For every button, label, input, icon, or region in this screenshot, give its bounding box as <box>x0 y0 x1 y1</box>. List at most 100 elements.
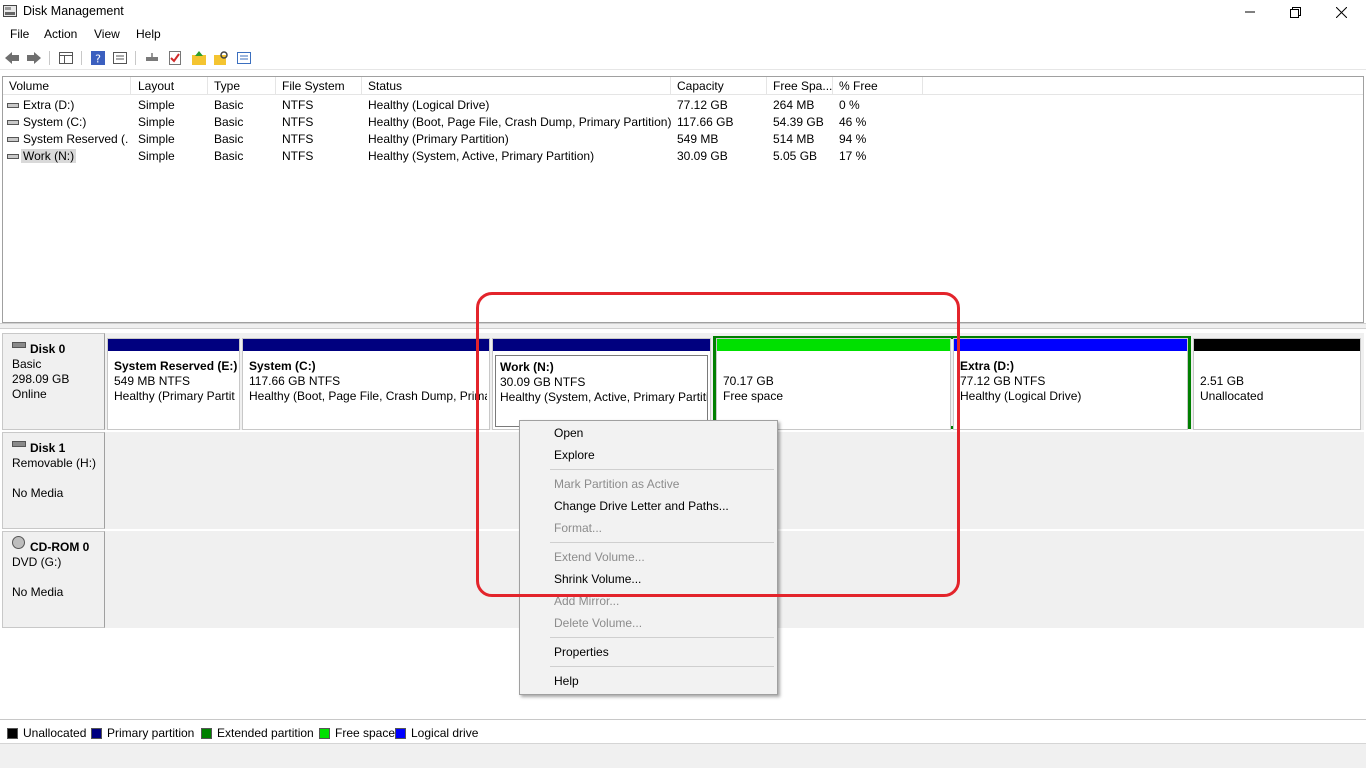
context-menu-help[interactable]: Help <box>554 674 579 688</box>
connect-icon[interactable] <box>144 50 160 66</box>
column-divider[interactable] <box>361 77 362 95</box>
partition-color-bar <box>954 339 1187 351</box>
table-row[interactable]: System (C:) Simple Basic NTFS Healthy (B… <box>3 114 1363 131</box>
minimize-icon <box>1245 11 1255 13</box>
partition-unallocated[interactable]: 2.51 GB Unallocated <box>1193 338 1361 430</box>
disk-management-window: Disk Management File Action View Help ? <box>0 0 1366 768</box>
column-divider[interactable] <box>275 77 276 95</box>
back-arrow-icon[interactable] <box>4 50 20 66</box>
cell-capacity: 30.09 GB <box>677 149 728 163</box>
hard-disk-icon <box>12 342 26 348</box>
menu-separator <box>550 666 774 667</box>
drive-icon <box>7 103 19 108</box>
column-status[interactable]: Status <box>368 79 402 93</box>
folder-search-icon[interactable] <box>213 50 229 66</box>
cell-layout: Simple <box>138 132 175 146</box>
menu-action[interactable]: Action <box>44 27 77 41</box>
legend-label: Free space <box>335 726 396 740</box>
partition-body: Extra (D:) 77.12 GB NTFS Healthy (Logica… <box>956 355 1185 427</box>
context-menu-mark-active: Mark Partition as Active <box>554 477 680 491</box>
menu-file[interactable]: File <box>10 27 29 41</box>
partition-color-bar <box>493 339 710 351</box>
column-divider[interactable] <box>766 77 767 95</box>
context-menu-change-drive-letter[interactable]: Change Drive Letter and Paths... <box>554 499 729 513</box>
cell-layout: Simple <box>138 115 175 129</box>
partition-free-space[interactable]: 70.17 GB Free space <box>716 338 951 430</box>
menu-help[interactable]: Help <box>136 27 161 41</box>
context-menu-format: Format... <box>554 521 603 535</box>
cell-percent-free: 46 % <box>839 115 867 129</box>
partition-body: System (C:) 117.66 GB NTFS Healthy (Boot… <box>245 355 487 427</box>
partition-body: 70.17 GB Free space <box>719 355 948 427</box>
legend-label: Unallocated <box>23 726 87 740</box>
partition-status: Healthy (Boot, Page File, Crash Dump, Pr… <box>249 389 487 403</box>
column-divider[interactable] <box>922 77 923 95</box>
partition-system-reserved[interactable]: System Reserved (E:) 549 MB NTFS Healthy… <box>107 338 240 430</box>
console-tree-icon[interactable] <box>58 50 74 66</box>
table-row[interactable]: Extra (D:) Simple Basic NTFS Healthy (Lo… <box>3 97 1363 114</box>
disk-label-cdrom0[interactable]: CD-ROM 0 DVD (G:) No Media <box>2 531 105 628</box>
drive-icon <box>7 154 19 159</box>
context-menu-extend-volume: Extend Volume... <box>554 550 645 564</box>
cell-capacity: 549 MB <box>677 132 719 146</box>
menu-separator <box>550 469 774 470</box>
toolbar-separator <box>135 51 136 65</box>
settings-list-icon[interactable] <box>236 50 252 66</box>
table-row[interactable]: System Reserved (... Simple Basic NTFS H… <box>3 131 1363 148</box>
context-menu-properties[interactable]: Properties <box>554 645 609 659</box>
toolbar: ? <box>0 46 1366 70</box>
partition-color-bar <box>243 339 489 351</box>
minimize-button[interactable] <box>1227 0 1273 24</box>
partition-size: 549 MB NTFS <box>114 374 191 388</box>
context-menu: Open Explore Mark Partition as Active Ch… <box>519 420 778 695</box>
legend-label: Logical drive <box>411 726 479 740</box>
cell-volume: System Reserved (... <box>23 132 128 146</box>
cell-volume: Work (N:) <box>21 149 77 163</box>
cell-status: Healthy (Logical Drive) <box>368 98 490 112</box>
disk-size: 298.09 GB <box>12 372 70 386</box>
menu-view[interactable]: View <box>94 27 120 41</box>
disk-type: Removable (H:) <box>12 456 97 470</box>
cell-file-system: NTFS <box>282 132 314 146</box>
column-free-space[interactable]: Free Spa... <box>773 79 832 93</box>
partition-name: Extra (D:) <box>960 359 1015 373</box>
cell-free-space: 54.39 GB <box>773 115 824 129</box>
forward-arrow-icon[interactable] <box>26 50 42 66</box>
column-percent-free[interactable]: % Free <box>839 79 878 93</box>
legend-label: Primary partition <box>107 726 195 740</box>
column-divider[interactable] <box>832 77 833 95</box>
table-row-selected[interactable]: Work (N:) Simple Basic NTFS Healthy (Sys… <box>3 148 1363 165</box>
column-capacity[interactable]: Capacity <box>677 79 724 93</box>
context-menu-add-mirror: Add Mirror... <box>554 594 620 608</box>
column-volume[interactable]: Volume <box>9 79 49 93</box>
disk-label-disk1[interactable]: Disk 1 Removable (H:) No Media <box>2 432 105 529</box>
column-divider[interactable] <box>130 77 131 95</box>
help-icon[interactable]: ? <box>90 50 106 66</box>
disk-name: Disk 1 <box>30 441 66 455</box>
restore-button[interactable] <box>1272 0 1318 24</box>
column-layout[interactable]: Layout <box>138 79 174 93</box>
column-divider[interactable] <box>207 77 208 95</box>
column-divider[interactable] <box>670 77 671 95</box>
folder-up-icon[interactable] <box>191 50 207 66</box>
column-file-system[interactable]: File System <box>282 79 345 93</box>
menu-bar: File Action View Help <box>0 24 1366 44</box>
column-type[interactable]: Type <box>214 79 240 93</box>
partition-size: 70.17 GB <box>723 374 774 388</box>
legend-primary-partition: Primary partition <box>91 726 194 740</box>
disk-label-disk0[interactable]: Disk 0 Basic 298.09 GB Online <box>2 333 105 430</box>
partition-work-n-selected[interactable]: Work (N:) 30.09 GB NTFS Healthy (System,… <box>492 338 711 430</box>
window-title: Disk Management <box>23 4 124 18</box>
context-menu-explore[interactable]: Explore <box>554 448 595 462</box>
partition-system-c[interactable]: System (C:) 117.66 GB NTFS Healthy (Boot… <box>242 338 490 430</box>
toolbar-separator <box>81 51 82 65</box>
context-menu-open[interactable]: Open <box>554 426 583 440</box>
disk-row-disk0: Disk 0 Basic 298.09 GB Online System Res… <box>2 333 1364 430</box>
close-button[interactable] <box>1318 0 1364 24</box>
context-menu-delete-volume: Delete Volume... <box>554 616 643 630</box>
checklist-icon[interactable] <box>167 50 183 66</box>
properties-icon[interactable] <box>112 50 128 66</box>
partition-extra-d[interactable]: Extra (D:) 77.12 GB NTFS Healthy (Logica… <box>953 338 1188 430</box>
context-menu-shrink-volume[interactable]: Shrink Volume... <box>554 572 641 586</box>
menu-separator <box>550 542 774 543</box>
